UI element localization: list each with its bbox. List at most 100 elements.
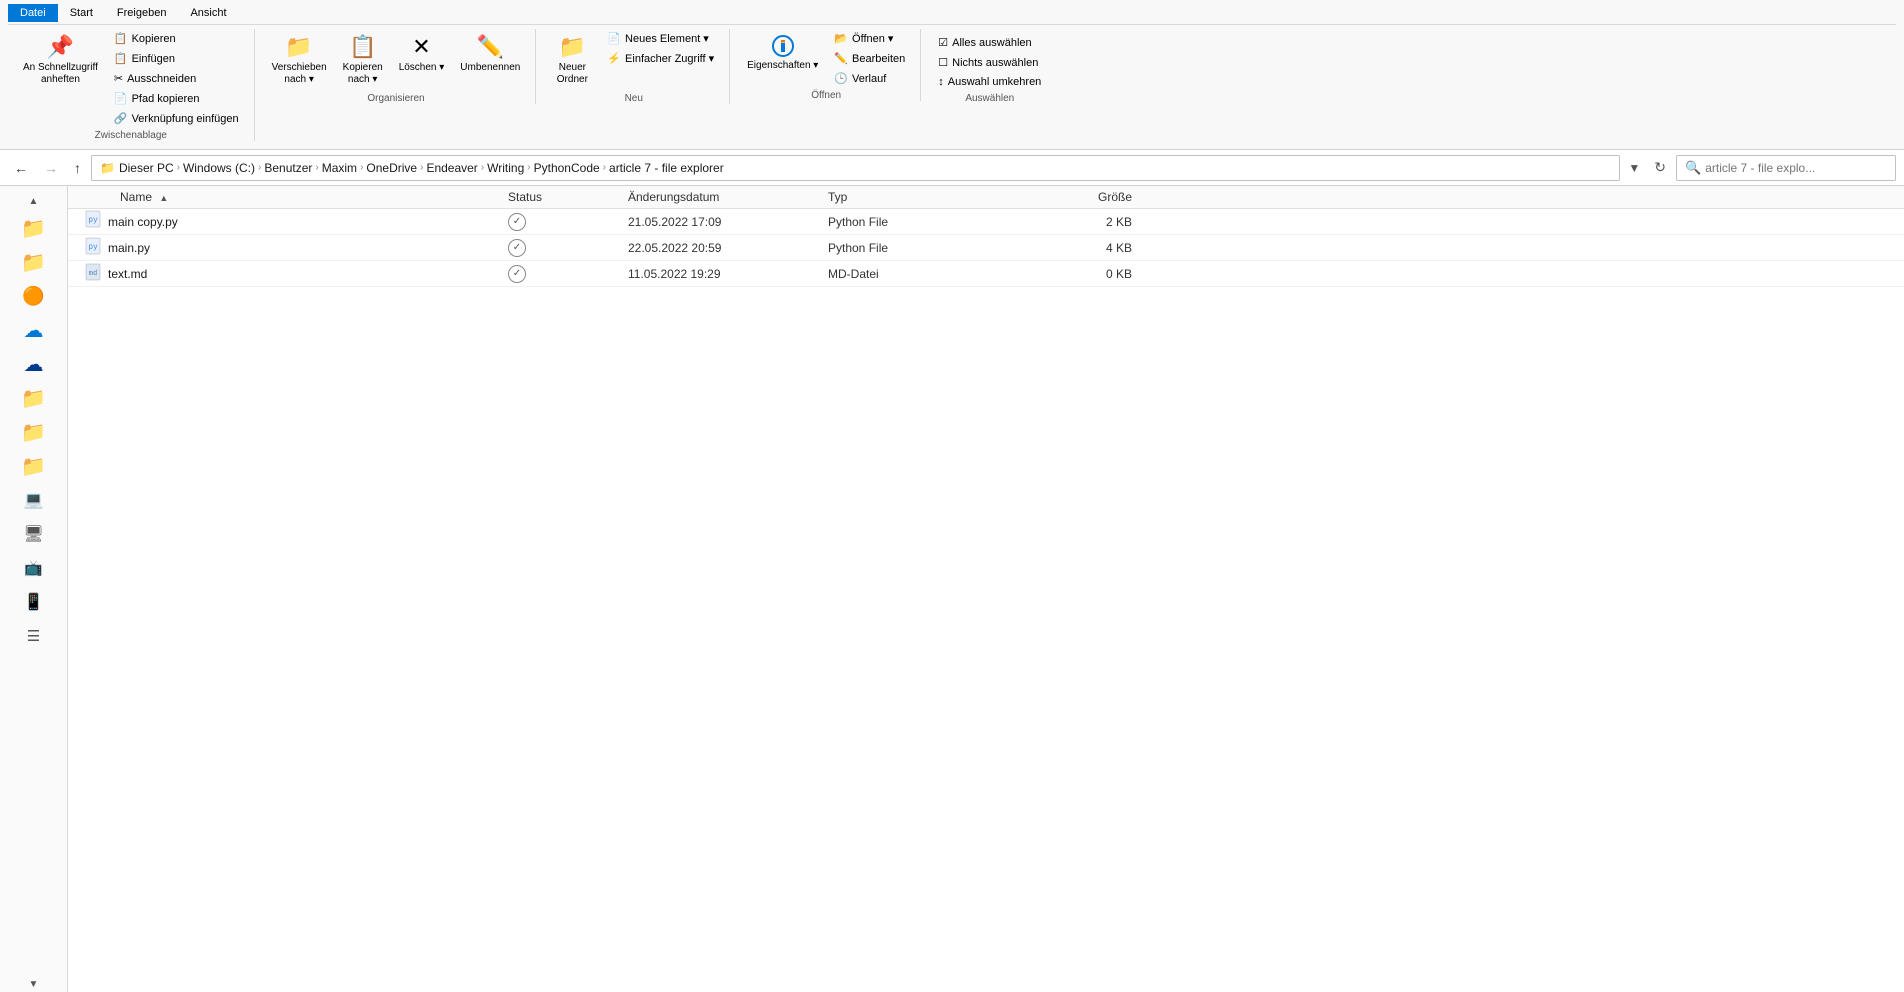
properties-button[interactable]: Eigenschaften ▾ [740,29,825,77]
sidebar-folder-5[interactable]: 📁 [16,451,52,481]
sidebar-folder-4[interactable]: 📁 [16,417,52,447]
tab-ansicht[interactable]: Ansicht [178,4,238,22]
search-input[interactable] [1705,161,1887,175]
table-row[interactable]: py main.py ✓ 22.05.2022 20:59 Python Fil… [68,235,1904,261]
sidebar-device[interactable]: 📱 [16,587,52,617]
bc-writing[interactable]: Writing [487,161,524,175]
pin-icon: 📌 [47,34,74,60]
sidebar: ▲ 📁 📁 🟠 ☁ ☁ 📁 📁 📁 💻 🖥 [0,186,68,992]
bc-pythoncode[interactable]: PythonCode [534,161,600,175]
col-header-date[interactable]: Änderungsdatum [628,190,828,204]
paste-shortcut-button[interactable]: 🔗 Verknüpfung einfügen [107,109,246,128]
move-to-button[interactable]: 📁 Verschiebennach ▾ [265,29,334,91]
file-name-2: main.py [108,241,150,255]
copy-button[interactable]: 📋 Kopieren [107,29,246,48]
file-name-cell-3: md text.md [68,263,508,284]
copy-path-button[interactable]: 📄 Pfad kopieren [107,89,246,108]
file-list-header: Name ▲ Status Änderungsdatum Typ Größe [68,186,1904,209]
tab-datei[interactable]: Datei [8,4,58,22]
sidebar-folder-3[interactable]: 📁 [16,383,52,413]
bc-maxim[interactable]: Maxim [322,161,357,175]
group-label-oeffnen: Öffnen [811,88,841,101]
group-label-auswaehlen: Auswählen [965,91,1014,104]
tab-freigeben[interactable]: Freigeben [105,4,179,22]
cut-button[interactable]: ✂ Ausschneiden [107,69,246,88]
delete-button[interactable]: ✕ Löschen ▾ [392,29,452,79]
sidebar-monitor[interactable]: 🖥 [16,519,52,549]
move-icon: 📁 [285,34,312,60]
sidebar-monitor-icon: 🖥 [23,524,43,544]
history-button[interactable]: 🕒 Verlauf [827,69,912,88]
col-header-size[interactable]: Größe [1028,190,1148,204]
sidebar-onedrive-1-icon: ☁ [24,318,44,343]
copy-to-button[interactable]: 📋 Kopierennach ▾ [336,29,390,91]
bc-onedrive[interactable]: OneDrive [366,161,417,175]
tab-start[interactable]: Start [58,4,105,22]
pin-quickaccess-button[interactable]: 📌 An Schnellzugriffanheften [16,29,105,91]
sidebar-folder-4-icon: 📁 [21,420,46,445]
sidebar-onedrive-2[interactable]: ☁ [16,349,52,379]
table-row[interactable]: py main copy.py ✓ 21.05.2022 17:09 Pytho… [68,209,1904,235]
open-icon: 📂 [834,32,848,45]
bc-endeaver[interactable]: Endeaver [426,161,477,175]
select-all-button[interactable]: ☑ Alles auswählen [931,33,1048,52]
sidebar-folder-1[interactable]: 📁 [16,213,52,243]
open-button[interactable]: 📂 Öffnen ▾ [827,29,912,48]
ribbon-content: 📌 An Schnellzugriffanheften 📋 Kopieren 📋… [8,24,1896,145]
file-size-1: 2 KB [1028,215,1148,229]
col-header-name[interactable]: Name ▲ [68,190,508,204]
sidebar-screen[interactable]: 📺 [16,553,52,583]
address-dropdown-button[interactable]: ▼ [1624,159,1644,177]
col-header-status[interactable]: Status [508,190,628,204]
search-bar[interactable]: 🔍 [1676,155,1896,181]
sidebar-computer-icon: 💻 [24,490,44,510]
bc-benutzer[interactable]: Benutzer [264,161,312,175]
paste-button[interactable]: 📋 Einfügen [107,49,246,68]
select-none-button[interactable]: ☐ Nichts auswählen [931,53,1048,72]
file-area: Name ▲ Status Änderungsdatum Typ Größe [68,186,1904,992]
scroll-up-sidebar[interactable]: ▲ [27,194,41,209]
bc-this-pc[interactable]: Dieser PC [119,161,174,175]
bc-article7[interactable]: article 7 - file explorer [609,161,724,175]
forward-button[interactable]: → [38,156,64,180]
edit-icon: ✏️ [834,52,848,65]
breadcrumb[interactable]: 📁 Dieser PC › Windows (C:) › Benutzer › … [91,155,1620,181]
invert-selection-button[interactable]: ↕ Auswahl umkehren [931,73,1048,91]
easy-access-button[interactable]: ⚡ Einfacher Zugriff ▾ [600,49,721,68]
new-item-button[interactable]: 📄 Neues Element ▾ [600,29,721,48]
back-button[interactable]: ← [8,156,34,180]
edit-button[interactable]: ✏️ Bearbeiten [827,49,912,68]
col-header-type[interactable]: Typ [828,190,1028,204]
bc-windows-c[interactable]: Windows (C:) [183,161,255,175]
file-name-3: text.md [108,267,147,281]
group-zwischenablage: 📌 An Schnellzugriffanheften 📋 Kopieren 📋… [8,29,255,141]
sidebar-computer[interactable]: 💻 [16,485,52,515]
up-button[interactable]: ↑ [68,156,87,180]
sidebar-onedrive-1[interactable]: ☁ [16,315,52,345]
group-organisieren: 📁 Verschiebennach ▾ 📋 Kopierennach ▾ ✕ L… [257,29,537,104]
select-all-icon: ☑ [938,36,948,49]
new-folder-icon: 📁 [559,34,586,60]
sidebar-folder-2[interactable]: 📁 [16,247,52,277]
file-status-1: ✓ [508,212,628,231]
sidebar-folder-2-icon: 📁 [21,250,46,275]
sidebar-extra-icon: ☰ [27,627,40,645]
table-row[interactable]: md text.md ✓ 11.05.2022 19:29 MD-Datei 0… [68,261,1904,287]
refresh-button[interactable]: ↻ [1648,155,1672,180]
sidebar-item-extra[interactable]: ☰ [16,621,52,651]
file-size-3: 0 KB [1028,267,1148,281]
invert-icon: ↕ [938,76,944,88]
svg-text:md: md [89,270,97,278]
new-folder-button[interactable]: 📁 NeuerOrdner [546,29,598,91]
scroll-down-sidebar[interactable]: ▼ [27,977,41,992]
file-icon-md: md [84,263,102,284]
sidebar-orange-ball[interactable]: 🟠 [16,281,52,311]
rename-button[interactable]: ✏️ Umbenennen [453,29,527,79]
file-type-2: Python File [828,241,1028,255]
file-date-1: 21.05.2022 17:09 [628,215,828,229]
group-label-neu: Neu [625,91,643,104]
delete-icon: ✕ [412,34,430,60]
sidebar-folder-1-icon: 📁 [21,216,46,241]
copy-to-icon: 📋 [349,34,376,60]
file-status-3: ✓ [508,264,628,283]
